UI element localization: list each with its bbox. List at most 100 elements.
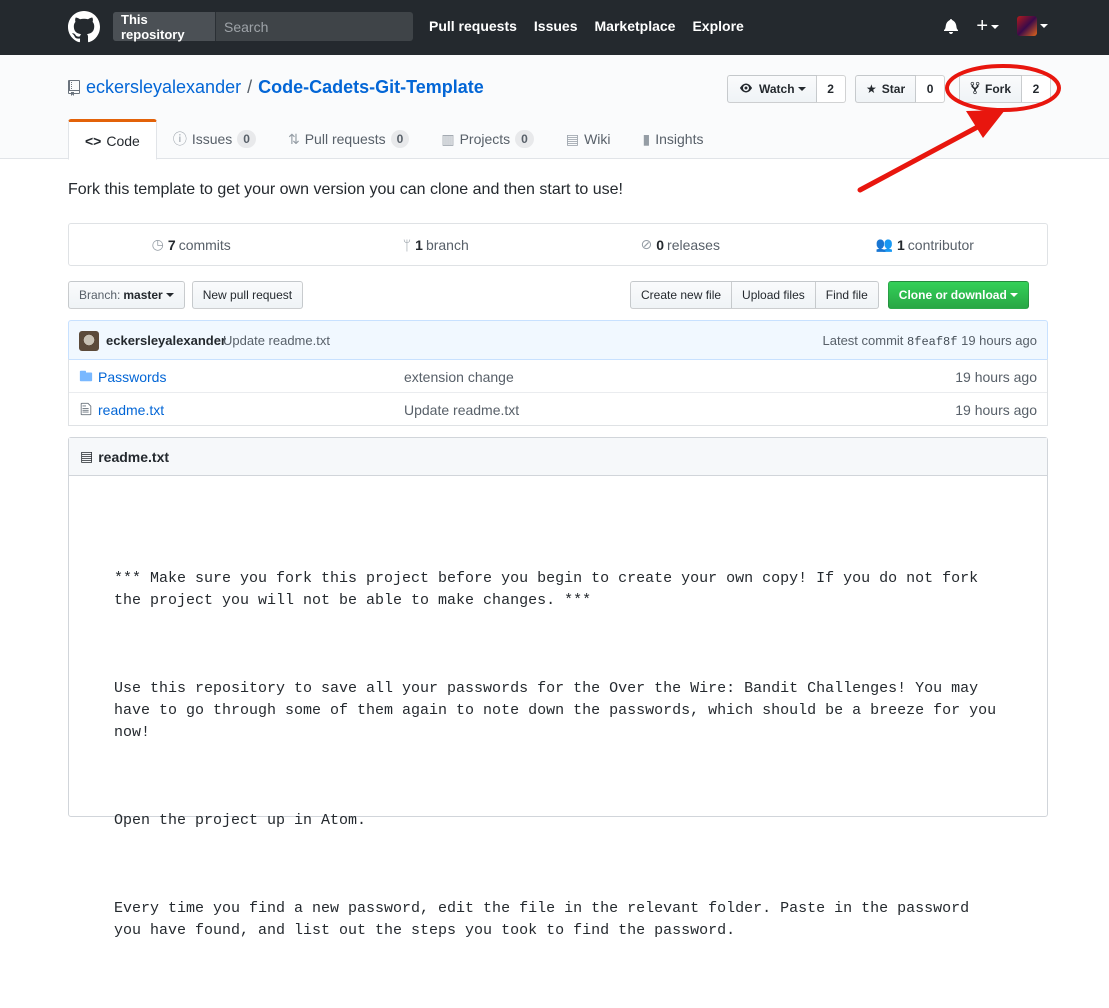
create-new-menu[interactable]: +	[976, 16, 999, 36]
bell-icon[interactable]	[944, 18, 959, 34]
repo-path-separator: /	[247, 77, 253, 97]
folder-icon	[79, 370, 93, 382]
readme-panel: ▤ readme.txt *** Make sure you fork this…	[68, 437, 1048, 939]
file-age: 19 hours ago	[955, 369, 1037, 385]
branches-label: branch	[425, 236, 469, 253]
avatar[interactable]	[79, 331, 99, 351]
summary-branches[interactable]: ᛘ 1 branch	[314, 224, 559, 265]
clone-label: Clone or download	[898, 288, 1007, 302]
star-count[interactable]: 0	[916, 75, 946, 103]
latest-commit-bar: eckersleyalexander Update readme.txt Lat…	[68, 320, 1048, 360]
nav-link-explore[interactable]: Explore	[692, 18, 743, 34]
star-group: ★ Star 0	[855, 75, 946, 103]
tab-projects[interactable]: ▥ Projects 0	[425, 119, 550, 159]
file-nav-right: Create new file Upload files Find file C…	[630, 281, 1029, 309]
list-item: readme.txt Update readme.txt 19 hours ag…	[69, 392, 1047, 425]
repo-tabs: <> Code ⓘ Issues 0 ⇅ Pull requests 0 ▥ P…	[68, 119, 720, 160]
summary-commits[interactable]: ◷ 7 commits	[69, 224, 314, 265]
tab-insights[interactable]: ▮ Insights	[627, 119, 720, 159]
contributors-count: 1	[896, 236, 905, 253]
releases-count: 0	[656, 236, 665, 253]
people-icon: 👥	[875, 236, 893, 252]
star-button[interactable]: ★ Star	[855, 75, 917, 103]
contributors-label: contributor	[907, 236, 974, 253]
user-menu[interactable]	[1017, 16, 1048, 36]
watch-group: Watch 2	[727, 75, 846, 103]
branch-select-button[interactable]: Branch: master	[68, 281, 185, 309]
repo-owner-link[interactable]: eckersleyalexander	[86, 77, 241, 98]
tab-issues[interactable]: ⓘ Issues 0	[157, 119, 272, 159]
book-icon: ▤	[565, 130, 580, 147]
fork-icon	[970, 81, 980, 98]
history-icon: ◷	[151, 236, 164, 252]
summary-contributors[interactable]: 👥 1 contributor	[803, 224, 1048, 265]
commit-age: 19 hours ago	[961, 333, 1037, 348]
search-bar: This repository	[113, 12, 413, 42]
file-name-link[interactable]: Passwords	[98, 369, 166, 385]
chevron-down-icon	[797, 87, 806, 91]
commit-sha[interactable]: 8feaf8f	[907, 335, 957, 349]
repo-icon	[68, 79, 80, 96]
commit-message[interactable]: Update readme.txt	[223, 333, 330, 348]
repo-summary: ◷ 7 commits ᛘ 1 branch ⊘ 0 releases 👥 1 …	[68, 223, 1048, 266]
tab-issues-label: Issues	[191, 131, 233, 147]
find-file-button[interactable]: Find file	[815, 281, 879, 309]
search-scope-label[interactable]: This repository	[113, 12, 216, 42]
fork-button[interactable]: Fork	[959, 75, 1023, 103]
tab-wiki[interactable]: ▤ Wiki	[550, 119, 627, 159]
file-name-link[interactable]: readme.txt	[98, 402, 164, 418]
readme-paragraph: Open the project up in Atom.	[114, 812, 367, 829]
watch-label: Watch	[759, 82, 795, 96]
new-pull-request-button[interactable]: New pull request	[191, 281, 304, 309]
clone-download-button[interactable]: Clone or download	[887, 281, 1029, 309]
file-commit-message[interactable]: extension change	[404, 369, 514, 385]
tab-projects-count: 0	[515, 130, 534, 148]
chevron-down-icon	[991, 24, 999, 29]
commit-meta: Latest commit 8feaf8f 19 hours ago	[823, 333, 1038, 349]
create-new-file-button[interactable]: Create new file	[630, 281, 733, 309]
book-icon: ▤	[80, 448, 94, 464]
repo-name-link[interactable]: Code-Cadets-Git-Template	[258, 77, 484, 98]
repo-title: eckersleyalexander / Code-Cadets-Git-Tem…	[68, 77, 484, 98]
summary-releases[interactable]: ⊘ 0 releases	[558, 224, 803, 265]
branch-prefix: Branch:	[79, 288, 121, 302]
file-list: Passwords extension change 19 hours ago …	[68, 359, 1048, 426]
tab-pull-requests[interactable]: ⇅ Pull requests 0	[272, 119, 425, 159]
tab-projects-label: Projects	[459, 131, 511, 147]
commits-count: 7	[167, 236, 176, 253]
header-actions: +	[944, 16, 1048, 36]
tag-icon: ⊘	[640, 236, 653, 252]
file-age: 19 hours ago	[955, 402, 1037, 418]
repo-header: eckersleyalexander / Code-Cadets-Git-Tem…	[0, 55, 1109, 160]
tab-wiki-label: Wiki	[584, 131, 611, 147]
tab-code[interactable]: <> Code	[68, 119, 157, 160]
code-icon: <>	[85, 132, 102, 149]
project-icon: ▥	[441, 130, 455, 147]
file-commit-message[interactable]: Update readme.txt	[404, 402, 519, 418]
releases-label: releases	[667, 236, 720, 253]
branch-icon: ᛘ	[402, 236, 412, 253]
nav-link-marketplace[interactable]: Marketplace	[595, 18, 676, 34]
chevron-down-icon	[1009, 293, 1018, 297]
commit-author[interactable]: eckersleyalexander	[106, 333, 226, 348]
readme-title: readme.txt	[98, 448, 170, 465]
readme-paragraph: Every time you find a new password, edit…	[114, 900, 979, 939]
nav-link-pull-requests[interactable]: Pull requests	[429, 18, 517, 34]
upload-files-button[interactable]: Upload files	[732, 281, 816, 309]
repo-description: Fork this template to get your own versi…	[68, 181, 623, 198]
watch-button[interactable]: Watch	[727, 75, 817, 103]
graph-icon: ▮	[642, 130, 651, 147]
list-item: Passwords extension change 19 hours ago	[69, 359, 1047, 392]
search-input[interactable]	[216, 12, 413, 41]
avatar	[1017, 16, 1037, 36]
watch-count[interactable]: 2	[816, 75, 846, 103]
file-nav-left: Branch: master New pull request	[68, 281, 304, 309]
tab-pull-requests-count: 0	[390, 130, 410, 148]
branch-name: master	[123, 288, 163, 302]
github-logo-icon[interactable]	[68, 11, 100, 43]
nav-link-issues[interactable]: Issues	[534, 18, 578, 34]
tab-issues-count: 0	[237, 130, 256, 148]
chevron-down-icon	[165, 293, 174, 297]
fork-count[interactable]: 2	[1022, 75, 1052, 103]
fork-label: Fork	[985, 82, 1012, 96]
